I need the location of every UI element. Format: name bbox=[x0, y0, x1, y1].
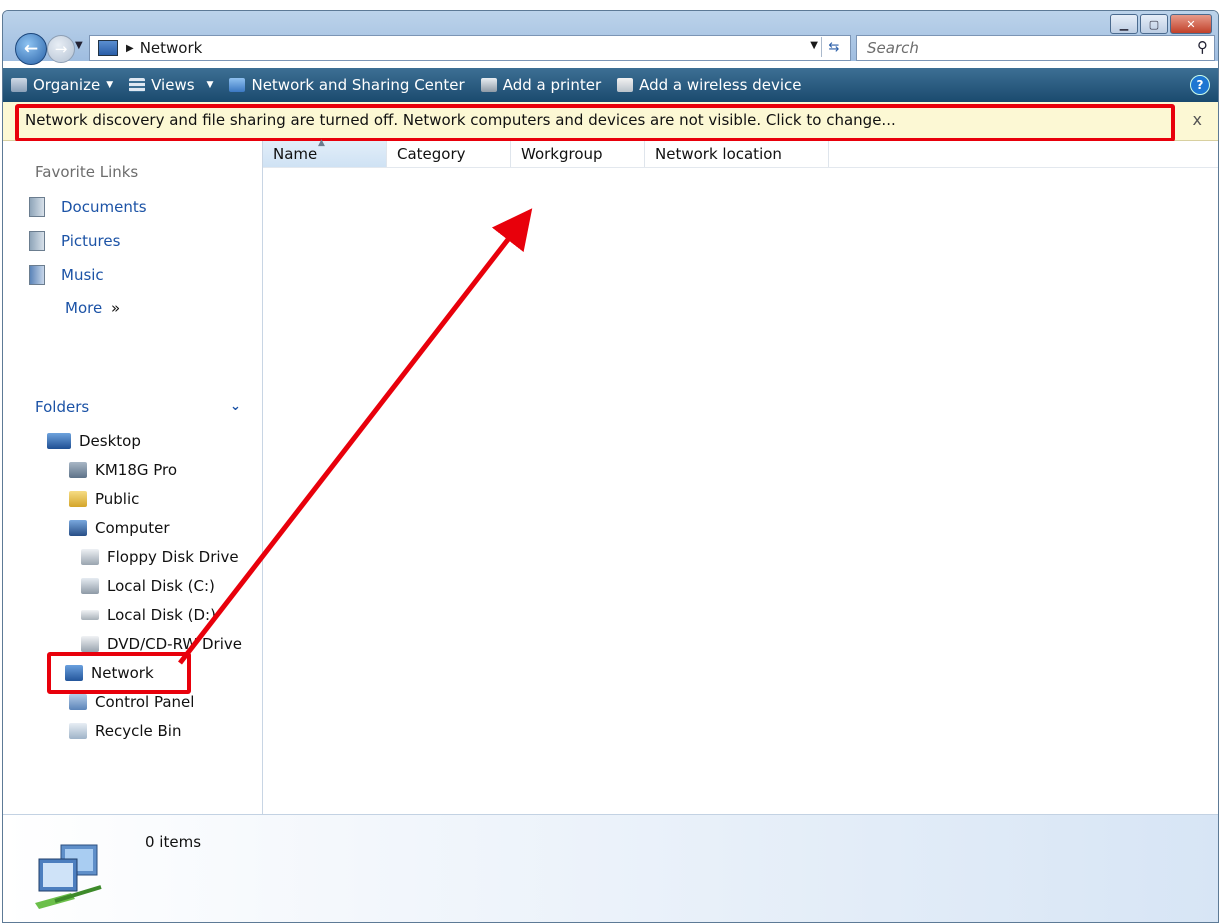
tree-item-desktop[interactable]: Desktop bbox=[47, 432, 141, 450]
tree-item-km18g-pro[interactable]: KM18G Pro bbox=[69, 461, 177, 479]
double-chevron-icon: » bbox=[110, 299, 121, 317]
tree-item-dvd-drive[interactable]: DVD/CD-RW Drive bbox=[81, 635, 242, 653]
tree-item-label: Local Disk (D:) bbox=[107, 606, 216, 624]
details-pane: 0 items bbox=[3, 814, 1218, 922]
wireless-device-icon bbox=[617, 78, 634, 92]
chevron-down-icon: ▼ bbox=[206, 80, 214, 90]
tree-item-label: Public bbox=[95, 490, 140, 508]
tree-item-local-disk-c[interactable]: Local Disk (C:) bbox=[81, 577, 215, 595]
tree-item-control-panel[interactable]: Control Panel bbox=[69, 693, 194, 711]
network-sharing-center-button[interactable]: Network and Sharing Center bbox=[229, 76, 465, 94]
add-printer-button[interactable]: Add a printer bbox=[480, 76, 602, 94]
navigation-pane: Favorite Links Documents Pictures Music … bbox=[3, 141, 263, 814]
printer-icon bbox=[480, 78, 497, 92]
command-toolbar: Organize ▼ Views ▼ Network and Sharing C… bbox=[3, 68, 1218, 102]
back-button[interactable]: ← bbox=[15, 33, 47, 65]
search-input[interactable]: Search ⚲ bbox=[856, 35, 1215, 61]
address-bar[interactable]: ▶ Network ▼ ⇆ bbox=[89, 35, 851, 61]
system-drive-icon bbox=[81, 578, 99, 594]
network-sharing-label: Network and Sharing Center bbox=[251, 76, 465, 94]
forward-button[interactable]: → bbox=[47, 35, 75, 63]
column-header-name[interactable]: ▲ Name bbox=[263, 138, 387, 167]
close-icon[interactable]: x bbox=[1193, 110, 1202, 129]
tree-item-floppy-disk-drive[interactable]: Floppy Disk Drive bbox=[81, 548, 239, 566]
sort-ascending-icon: ▲ bbox=[318, 138, 325, 148]
sidebar-item-label: Documents bbox=[61, 198, 147, 216]
more-label: More bbox=[65, 299, 103, 317]
tree-item-label: Control Panel bbox=[95, 693, 195, 711]
hard-drive-icon bbox=[81, 610, 99, 620]
more-links-button[interactable]: More » bbox=[65, 299, 120, 317]
network-icon bbox=[98, 40, 118, 56]
column-header-label: Name bbox=[273, 145, 318, 163]
network-sharing-icon bbox=[229, 78, 246, 92]
organize-button[interactable]: Organize ▼ bbox=[11, 76, 113, 94]
desktop-icon bbox=[47, 433, 71, 449]
views-label: Views bbox=[151, 76, 195, 94]
recent-pages-dropdown-icon[interactable]: ▼ bbox=[75, 40, 83, 51]
item-count: 0 items bbox=[145, 833, 202, 851]
address-text: Network bbox=[139, 39, 203, 57]
network-computers-icon bbox=[35, 844, 102, 909]
column-header-row: ▲ Name Category Workgroup Network locati… bbox=[263, 138, 1218, 168]
pictures-icon bbox=[29, 231, 45, 251]
annotation-highlight-network bbox=[47, 652, 191, 694]
organize-label: Organize bbox=[33, 76, 101, 94]
annotation-highlight-infobar bbox=[15, 104, 1175, 142]
recycle-bin-icon bbox=[69, 723, 87, 739]
address-dropdown-icon[interactable]: ▼ bbox=[810, 40, 818, 51]
column-header-category[interactable]: Category bbox=[387, 141, 511, 167]
sidebar-item-label: Music bbox=[61, 266, 104, 284]
file-list-pane[interactable]: ▲ Name Category Workgroup Network locati… bbox=[263, 138, 1218, 814]
search-icon[interactable]: ⚲ bbox=[1197, 38, 1208, 56]
organize-icon bbox=[11, 78, 27, 92]
sidebar-item-documents[interactable]: Documents bbox=[29, 197, 147, 217]
column-header-label: Category bbox=[397, 145, 466, 163]
documents-icon bbox=[29, 197, 45, 217]
explorer-window: ▁ ▢ ✕ ← → ▼ ▶ Network ▼ ⇆ Search ⚲ Organ… bbox=[2, 10, 1219, 923]
chevron-down-icon[interactable]: ⌄ bbox=[230, 399, 241, 414]
info-bar[interactable]: Network discovery and file sharing are t… bbox=[3, 102, 1218, 142]
refresh-icon[interactable]: ⇆ bbox=[821, 37, 846, 57]
music-icon bbox=[29, 265, 45, 285]
tree-item-label: Floppy Disk Drive bbox=[107, 548, 239, 566]
search-placeholder: Search bbox=[867, 39, 919, 57]
tree-item-label: DVD/CD-RW Drive bbox=[107, 635, 242, 653]
folders-heading[interactable]: Folders bbox=[35, 398, 89, 416]
tree-item-recycle-bin[interactable]: Recycle Bin bbox=[69, 722, 181, 740]
control-panel-icon bbox=[69, 694, 87, 710]
column-header-workgroup[interactable]: Workgroup bbox=[511, 141, 645, 167]
chevron-down-icon: ▼ bbox=[106, 80, 114, 90]
views-icon bbox=[129, 78, 146, 92]
folder-icon bbox=[69, 491, 87, 507]
tree-item-label: Computer bbox=[95, 519, 170, 537]
tree-item-label: Recycle Bin bbox=[95, 722, 182, 740]
column-header-label: Network location bbox=[655, 145, 782, 163]
tree-item-computer[interactable]: Computer bbox=[69, 519, 170, 537]
sidebar-item-pictures[interactable]: Pictures bbox=[29, 231, 120, 251]
computer-icon bbox=[69, 520, 87, 536]
column-header-label: Workgroup bbox=[521, 145, 603, 163]
column-header-network-location[interactable]: Network location bbox=[645, 141, 829, 167]
add-printer-label: Add a printer bbox=[502, 76, 602, 94]
tree-item-label: Local Disk (C:) bbox=[107, 577, 215, 595]
favorite-links-heading: Favorite Links bbox=[35, 163, 139, 181]
floppy-drive-icon bbox=[81, 549, 99, 565]
sidebar-item-label: Pictures bbox=[61, 232, 121, 250]
add-wireless-label: Add a wireless device bbox=[639, 76, 802, 94]
help-icon[interactable]: ? bbox=[1190, 75, 1210, 95]
user-folder-icon bbox=[69, 462, 87, 478]
navigation-bar: ← → ▼ ▶ Network ▼ ⇆ Search ⚲ bbox=[3, 31, 1218, 65]
tree-item-label: KM18G Pro bbox=[95, 461, 178, 479]
add-wireless-device-button[interactable]: Add a wireless device bbox=[617, 76, 801, 94]
tree-item-label: Desktop bbox=[79, 432, 141, 450]
sidebar-item-music[interactable]: Music bbox=[29, 265, 104, 285]
tree-item-public[interactable]: Public bbox=[69, 490, 139, 508]
breadcrumb-arrow-icon[interactable]: ▶ bbox=[126, 43, 134, 54]
dvd-drive-icon bbox=[81, 636, 99, 652]
tree-item-local-disk-d[interactable]: Local Disk (D:) bbox=[81, 606, 216, 624]
views-button[interactable]: Views ▼ bbox=[129, 76, 213, 94]
